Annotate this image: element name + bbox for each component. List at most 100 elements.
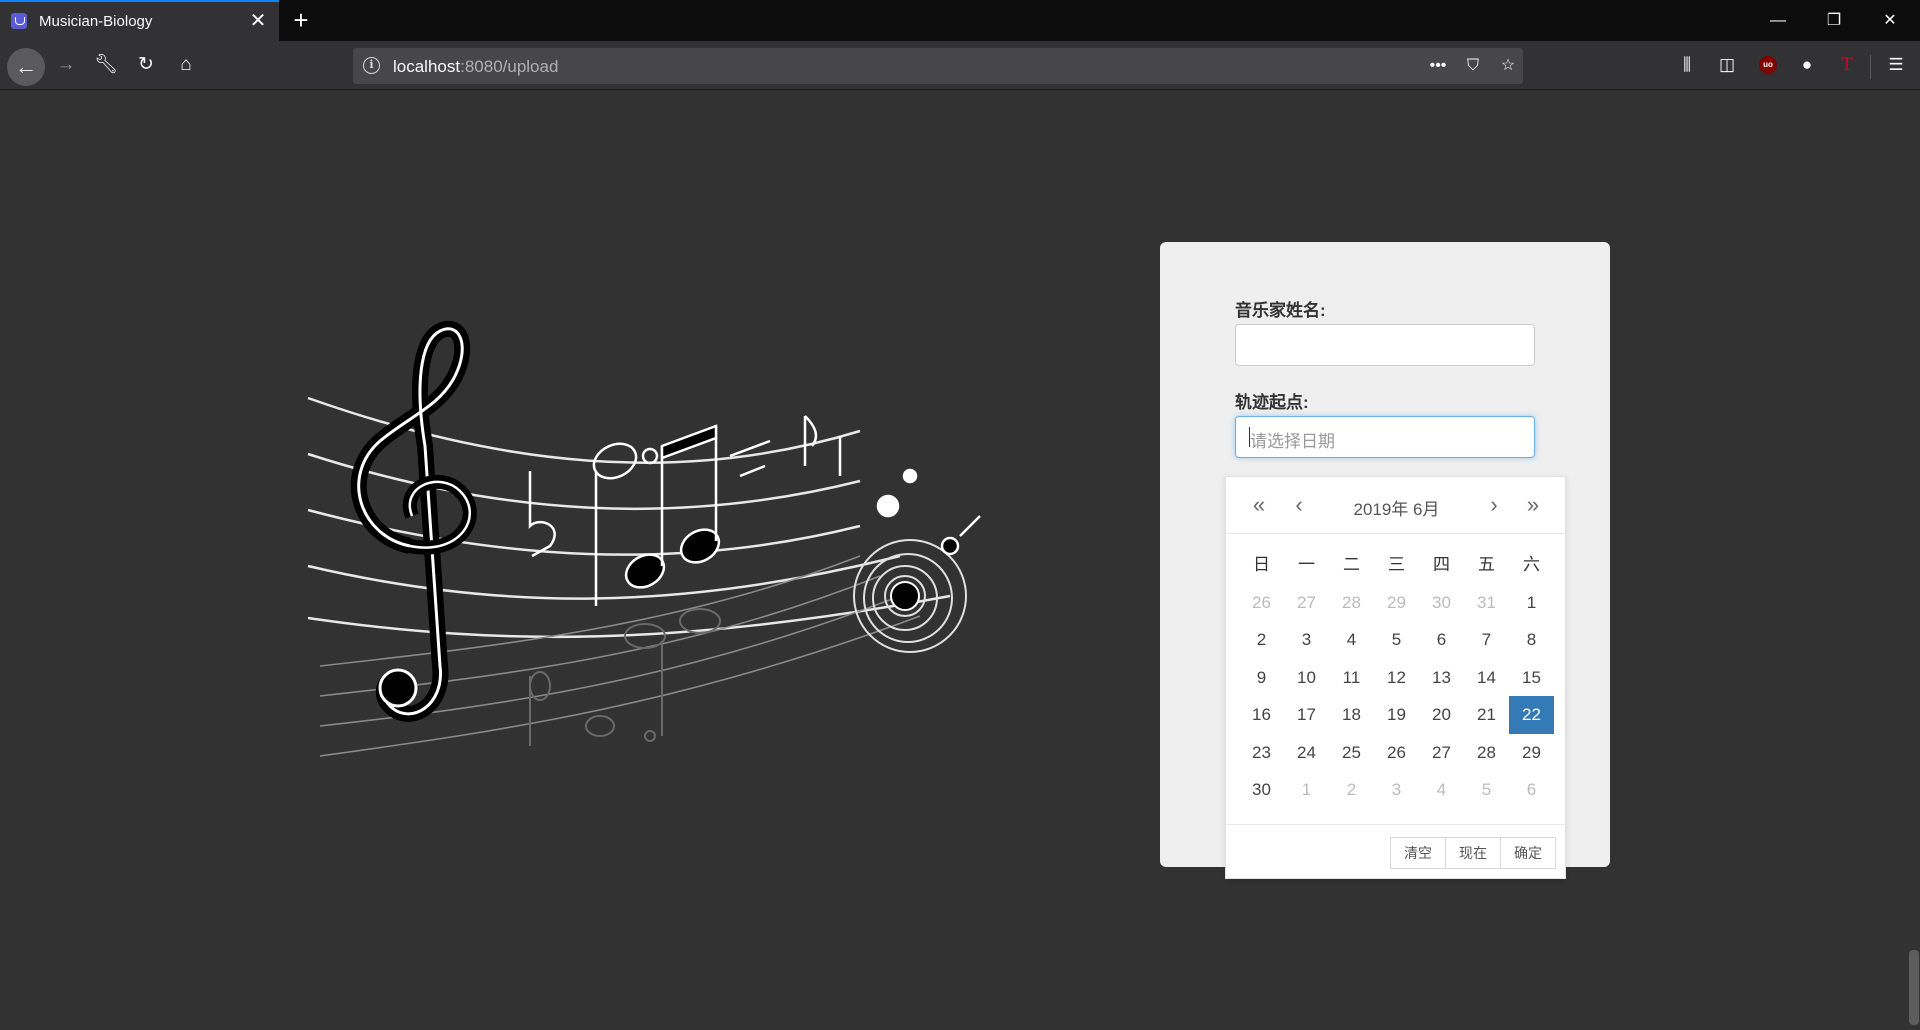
calendar-day[interactable]: 1 xyxy=(1509,584,1554,622)
site-favicon-icon xyxy=(11,13,27,29)
calendar-day[interactable]: 10 xyxy=(1284,659,1329,697)
musician-name-label: 音乐家姓名: xyxy=(1235,301,1326,320)
calendar-day[interactable]: 16 xyxy=(1239,696,1284,734)
calendar-day[interactable]: 14 xyxy=(1464,659,1509,697)
calendar-day[interactable]: 18 xyxy=(1329,696,1374,734)
clear-button[interactable]: 清空 xyxy=(1390,837,1446,869)
calendar-day-other-month[interactable]: 5 xyxy=(1464,771,1509,809)
weekday-label: 二 xyxy=(1343,555,1360,574)
calendar-day[interactable]: 5 xyxy=(1374,621,1419,659)
calendar-day-other-month[interactable]: 29 xyxy=(1374,584,1419,622)
weekday-label: 日 xyxy=(1253,555,1270,574)
bookmark-star-icon[interactable]: ☆ xyxy=(1495,53,1521,79)
calendar-day[interactable]: 23 xyxy=(1239,734,1284,772)
calendar-day[interactable]: 9 xyxy=(1239,659,1284,697)
treble-clef-icon xyxy=(350,320,477,722)
calendar-day-other-month[interactable]: 31 xyxy=(1464,584,1509,622)
calendar-day[interactable]: 3 xyxy=(1284,621,1329,659)
tab-bar: Musician-Biology ✕ + — ❐ ✕ xyxy=(0,0,1920,41)
account-icon[interactable]: ● xyxy=(1795,53,1819,77)
datepicker-title: 2019年 6月 xyxy=(1353,500,1440,519)
calendar-day[interactable]: 11 xyxy=(1329,659,1374,697)
calendar-day[interactable]: 8 xyxy=(1509,621,1554,659)
new-tab-button[interactable]: + xyxy=(286,5,316,35)
reload-icon[interactable]: ↻ xyxy=(130,49,162,81)
calendar-day[interactable]: 6 xyxy=(1419,621,1464,659)
back-icon[interactable]: ← xyxy=(7,48,45,86)
calendar-day[interactable]: 7 xyxy=(1464,621,1509,659)
calendar-day[interactable]: 21 xyxy=(1464,696,1509,734)
next-month-icon[interactable]: › xyxy=(1479,490,1509,520)
home-icon[interactable]: ⌂ xyxy=(170,49,202,81)
calendar-day-other-month[interactable]: 6 xyxy=(1509,771,1554,809)
calendar-day-other-month[interactable]: 27 xyxy=(1284,584,1329,622)
datepicker-footer: 清空 现在 确定 xyxy=(1226,824,1567,880)
calendar-day-other-month[interactable]: 28 xyxy=(1329,584,1374,622)
page-content: 音乐家姓名: 轨迹起点: 请选择日期 xyxy=(0,91,1920,1030)
calendar-week-row: 9 10 11 12 13 14 15 xyxy=(1239,659,1554,697)
calendar-day-other-month[interactable]: 4 xyxy=(1419,771,1464,809)
calendar-day[interactable]: 25 xyxy=(1329,734,1374,772)
calendar-day[interactable]: 4 xyxy=(1329,621,1374,659)
weekday-header-row: 日一二三四五六 xyxy=(1239,546,1554,584)
calendar-day[interactable]: 17 xyxy=(1284,696,1329,734)
toolbar-separator xyxy=(1870,55,1871,79)
navigation-toolbar: ← → 🔧︎ ↻ ⌂ i localhost:8080/upload ••• ⛉… xyxy=(0,41,1920,90)
minimize-button[interactable]: — xyxy=(1750,0,1806,41)
close-window-button[interactable]: ✕ xyxy=(1862,0,1918,41)
pocket-icon[interactable]: ⛉ xyxy=(1460,53,1486,79)
library-icon[interactable]: ⫼ xyxy=(1675,53,1699,77)
restore-button[interactable]: ❐ xyxy=(1806,0,1862,41)
track-start-label: 轨迹起点: xyxy=(1235,393,1309,412)
calendar-week-row: 2345678 xyxy=(1239,621,1554,659)
tab-title: Musician-Biology xyxy=(39,13,153,30)
calendar-week-row: 30 1 2 3 4 5 6 xyxy=(1239,771,1554,809)
weekday-label: 六 xyxy=(1523,555,1540,574)
datepicker-header: « ‹ 2019年 6月 › » xyxy=(1226,477,1567,534)
ublock-icon[interactable]: uo xyxy=(1759,56,1777,74)
calendar-day[interactable]: 15 xyxy=(1509,659,1554,697)
text-caret xyxy=(1249,427,1250,447)
music-notes-illustration xyxy=(307,320,981,757)
wrench-icon[interactable]: 🔧︎ xyxy=(90,49,122,81)
calendar-day[interactable]: 28 xyxy=(1464,734,1509,772)
calendar-day-selected[interactable]: 22 xyxy=(1509,696,1554,734)
tab-active[interactable]: Musician-Biology ✕ xyxy=(0,0,279,41)
calendar-day[interactable]: 20 xyxy=(1419,696,1464,734)
datepicker-popup: « ‹ 2019年 6月 › » 日一二三四五六 26 27 28 29 30 31 1 2 3 4… xyxy=(1225,476,1567,880)
url-text[interactable]: localhost:8080/upload xyxy=(393,57,558,77)
calendar-day-other-month[interactable]: 2 xyxy=(1329,771,1374,809)
next-year-icon[interactable]: » xyxy=(1518,490,1548,520)
calendar-grid: 日一二三四五六 26 27 28 29 30 31 1 2 3 4 5 6 7 8 9 10 11 12 13 14 15… xyxy=(1239,546,1554,809)
now-button[interactable]: 现在 xyxy=(1445,837,1501,869)
calendar-day[interactable]: 26 xyxy=(1374,734,1419,772)
calendar-day[interactable]: 27 xyxy=(1419,734,1464,772)
confirm-button[interactable]: 确定 xyxy=(1500,837,1556,869)
calendar-day[interactable]: 12 xyxy=(1374,659,1419,697)
calendar-week-row: 23 24 25 26 27 28 29 xyxy=(1239,734,1554,772)
calendar-day[interactable]: 19 xyxy=(1374,696,1419,734)
calendar-day-other-month[interactable]: 26 xyxy=(1239,584,1284,622)
calendar-day-other-month[interactable]: 30 xyxy=(1419,584,1464,622)
calendar-day[interactable]: 13 xyxy=(1419,659,1464,697)
url-bar[interactable]: i localhost:8080/upload ••• ⛉ ☆ xyxy=(353,48,1523,84)
calendar-week-row: 16 17 18 19 20 21 22 xyxy=(1239,696,1554,734)
calendar-day[interactable]: 29 xyxy=(1509,734,1554,772)
t-extension-icon[interactable]: T xyxy=(1835,53,1859,77)
menu-icon[interactable]: ☰ xyxy=(1884,53,1908,77)
calendar-day[interactable]: 2 xyxy=(1239,621,1284,659)
scrollbar-thumb[interactable] xyxy=(1909,950,1919,1025)
musician-name-input[interactable] xyxy=(1235,324,1535,366)
calendar-day-other-month[interactable]: 3 xyxy=(1374,771,1419,809)
more-icon[interactable]: ••• xyxy=(1425,53,1451,79)
track-start-date-input[interactable]: 请选择日期 xyxy=(1235,416,1535,458)
calendar-day[interactable]: 30 xyxy=(1239,771,1284,809)
forward-icon[interactable]: → xyxy=(50,49,82,81)
weekday-label: 三 xyxy=(1388,555,1405,574)
sidebar-icon[interactable]: ◫ xyxy=(1715,53,1739,77)
calendar-day-other-month[interactable]: 1 xyxy=(1284,771,1329,809)
tab-close-icon[interactable]: ✕ xyxy=(246,9,270,33)
calendar-day[interactable]: 24 xyxy=(1284,734,1329,772)
date-placeholder: 请选择日期 xyxy=(1250,432,1335,451)
info-icon[interactable]: i xyxy=(363,57,380,74)
